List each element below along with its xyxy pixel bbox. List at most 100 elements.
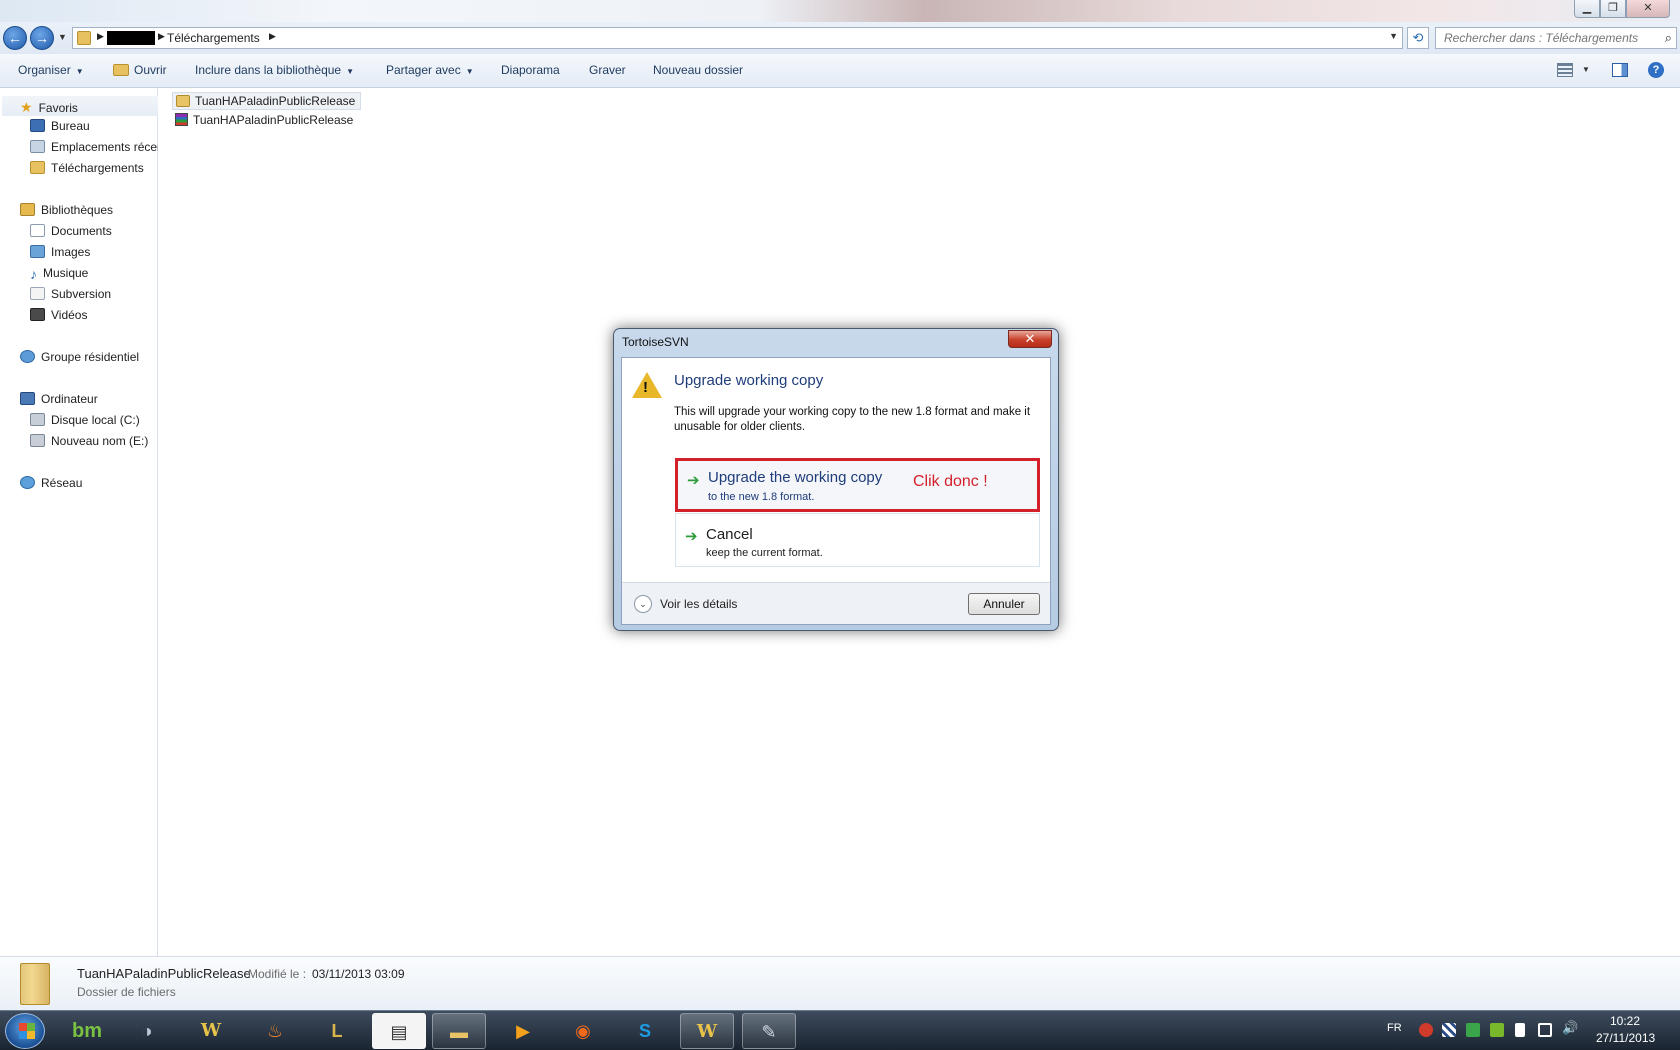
nav-recent-places[interactable]: Emplacements récents	[30, 137, 158, 157]
nav-videos[interactable]: Vidéos	[30, 305, 158, 325]
modified-value: 03/11/2013 03:09	[312, 967, 405, 981]
details-toggle-label[interactable]: Voir les détails	[660, 597, 737, 611]
nav-favorites[interactable]: ★ Favoris	[2, 96, 158, 116]
nav-documents[interactable]: Documents	[30, 221, 158, 241]
organize-menu[interactable]: Organiser ▼	[18, 63, 84, 77]
nav-label: Subversion	[51, 287, 112, 301]
action-center-flag-icon[interactable]	[1515, 1023, 1525, 1037]
back-button[interactable]: ←	[3, 26, 27, 50]
recent-pages-dropdown-icon[interactable]: ▼	[58, 32, 67, 42]
nav-desktop[interactable]: Bureau	[30, 116, 158, 136]
start-button[interactable]	[5, 1013, 45, 1049]
world-of-warcraft-icon: W	[696, 1021, 718, 1042]
annotation-text: Clik donc !	[913, 473, 988, 490]
forward-button[interactable]: →	[30, 26, 54, 50]
new-folder-button[interactable]: Nouveau dossier	[653, 63, 743, 77]
cancel-keep-format-button[interactable]: ➔ Cancel keep the current format.	[675, 513, 1040, 567]
volume-icon[interactable]: 🔊	[1562, 1020, 1578, 1035]
minimize-button[interactable]: ▁	[1574, 0, 1600, 18]
image-icon	[30, 245, 45, 258]
nav-downloads[interactable]: Téléchargements	[30, 158, 158, 178]
downloads-folder-icon	[30, 161, 45, 174]
removable-drive-icon	[30, 434, 45, 447]
blocked-status-icon[interactable]	[1419, 1023, 1433, 1037]
search-icon[interactable]: ⌕	[1665, 30, 1672, 46]
recent-places-icon	[30, 140, 45, 153]
view-options-icon[interactable]	[1557, 63, 1573, 77]
annuler-button[interactable]: Annuler	[968, 593, 1040, 615]
file-item-folder[interactable]: TuanHAPaladinPublicRelease	[172, 92, 362, 110]
subversion-library-icon	[30, 287, 45, 300]
taskbar: bm ◑ W ♨ L ▤ ▬ ▶ ◉ S W ✎ FR 🔊 10:22 27/1…	[0, 1010, 1680, 1050]
taskbar-app-paint[interactable]: ✎	[742, 1013, 796, 1049]
dialog-close-button[interactable]: ✕	[1008, 330, 1052, 348]
preview-pane-icon[interactable]	[1612, 63, 1628, 77]
nav-music[interactable]: ♪ Musique	[30, 263, 158, 283]
flame-app-icon: ♨	[266, 1021, 284, 1041]
clock-time[interactable]: 10:22	[1610, 1014, 1640, 1028]
nvidia-icon[interactable]	[1490, 1023, 1504, 1037]
folder-icon	[176, 95, 190, 107]
close-window-button[interactable]: ✕	[1626, 0, 1670, 18]
security-check-icon[interactable]	[1466, 1023, 1480, 1037]
file-item-archive[interactable]: TuanHAPaladinPublicRelease	[172, 112, 358, 130]
green-arrow-icon: ➔	[685, 528, 698, 545]
taskbar-app-skype[interactable]: S	[618, 1013, 672, 1049]
breadcrumb-separator-icon[interactable]: ▶	[97, 31, 104, 42]
bm-icon: bm	[72, 1020, 102, 1042]
ghost-icon: ◑	[141, 1021, 153, 1041]
dialog-body: ! Upgrade working copy This will upgrade…	[621, 357, 1051, 625]
chevron-down-icon[interactable]: ▼	[1582, 65, 1590, 74]
slideshow-button[interactable]: Diaporama	[501, 63, 560, 77]
taskbar-app-bm[interactable]: bm	[60, 1013, 114, 1049]
nav-homegroup[interactable]: Groupe résidentiel	[20, 347, 158, 367]
taskbar-app-firefox[interactable]: ◉	[556, 1013, 610, 1049]
network-icon	[20, 476, 35, 489]
breadcrumb-separator-icon[interactable]: ▶	[158, 31, 165, 42]
burn-button[interactable]: Graver	[589, 63, 626, 77]
taskbar-app-media-player[interactable]: ▶	[496, 1013, 550, 1049]
open-button[interactable]: Ouvrir	[113, 63, 167, 77]
address-bar[interactable]: ▶ ▶ Téléchargements ▶ ▼	[72, 27, 1403, 49]
close-icon: ✕	[1643, 2, 1653, 14]
upgrade-working-copy-button[interactable]: ➔ Upgrade the working copy to the new 1.…	[675, 458, 1040, 512]
nav-disk-e[interactable]: Nouveau nom (E:)	[30, 431, 158, 451]
search-input[interactable]	[1436, 28, 1654, 48]
breadcrumb-downloads[interactable]: Téléchargements	[167, 31, 260, 45]
address-history-dropdown-icon[interactable]: ▼	[1389, 31, 1398, 41]
expand-details-icon[interactable]: ⌄	[634, 595, 652, 613]
nav-computer[interactable]: Ordinateur	[20, 389, 158, 409]
taskbar-app-explorer[interactable]: ▬	[432, 1013, 486, 1049]
nav-disk-c[interactable]: Disque local (C:)	[30, 410, 158, 430]
taskbar-app-flame[interactable]: ♨	[248, 1013, 302, 1049]
nav-subversion[interactable]: Subversion	[30, 284, 158, 304]
nav-label: Téléchargements	[51, 161, 144, 175]
taskbar-app-lol[interactable]: L	[310, 1013, 364, 1049]
taskbar-app-ghost[interactable]: ◑	[120, 1013, 174, 1049]
file-name: TuanHAPaladinPublicRelease	[193, 113, 354, 127]
hard-drive-icon	[30, 413, 45, 426]
open-label: Ouvrir	[134, 63, 167, 77]
checkered-tray-icon[interactable]	[1442, 1023, 1456, 1037]
nav-label: Réseau	[41, 476, 83, 490]
taskbar-app-wow-running[interactable]: W	[680, 1013, 734, 1049]
nav-images[interactable]: Images	[30, 242, 158, 262]
tortoisesvn-dialog: TortoiseSVN ✕ ! Upgrade working copy Thi…	[613, 328, 1059, 631]
refresh-button[interactable]: ⟲	[1407, 27, 1429, 49]
nav-libraries[interactable]: Bibliothèques	[20, 200, 158, 220]
upgrade-subtitle: to the new 1.8 format.	[708, 491, 815, 503]
network-status-icon[interactable]	[1538, 1023, 1552, 1037]
taskbar-app-notepad[interactable]: ▤	[372, 1013, 426, 1049]
search-box[interactable]: ⌕	[1435, 27, 1677, 49]
nav-network[interactable]: Réseau	[20, 473, 158, 493]
taskbar-app-wow[interactable]: W	[184, 1013, 238, 1049]
language-indicator[interactable]: FR	[1387, 1022, 1402, 1034]
clock-date[interactable]: 27/11/2013	[1596, 1031, 1655, 1045]
paint-icon: ✎	[761, 1022, 777, 1042]
maximize-button[interactable]: ❐	[1600, 0, 1626, 18]
help-icon[interactable]: ?	[1648, 62, 1664, 78]
include-library-menu[interactable]: Inclure dans la bibliothèque ▼	[195, 63, 354, 77]
nav-label: Bibliothèques	[41, 203, 114, 217]
share-with-menu[interactable]: Partager avec ▼	[386, 63, 474, 77]
breadcrumb-separator-icon[interactable]: ▶	[269, 31, 276, 42]
